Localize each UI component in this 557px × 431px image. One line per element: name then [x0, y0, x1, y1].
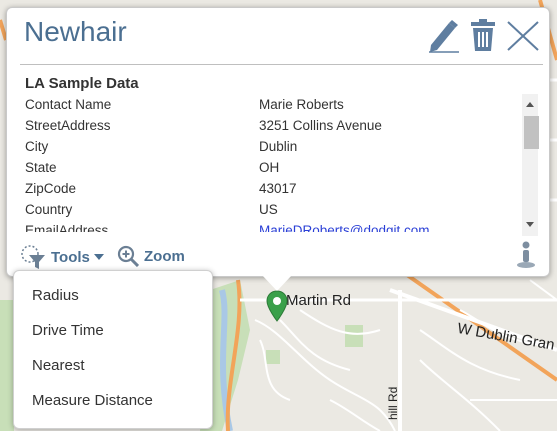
zoom-label: Zoom	[144, 247, 185, 265]
map-label-hill-rd: hill Rd	[386, 386, 400, 420]
menu-item-drive-time[interactable]: Drive Time	[32, 322, 104, 339]
scroll-up-arrow-icon[interactable]	[526, 102, 534, 107]
attribute-row: EmailAddress MarieDRoberts@dodgit.com	[25, 220, 543, 232]
attribute-row: ZipCode 43017	[25, 178, 543, 199]
popup-title: Newhair	[24, 16, 127, 47]
attribute-key: ZipCode	[25, 181, 77, 196]
tools-menu: Radius Drive Time Nearest Measure Distan…	[13, 270, 213, 429]
popup-pointer	[262, 275, 292, 291]
attribute-key: Country	[25, 202, 73, 217]
menu-item-radius[interactable]: Radius	[32, 287, 79, 304]
zoom-button[interactable]: Zoom	[117, 245, 185, 267]
pencil-icon[interactable]	[427, 19, 459, 53]
location-marker-icon[interactable]	[266, 290, 288, 322]
attribute-value: Marie Roberts	[259, 97, 344, 112]
attribute-row: City Dublin	[25, 136, 543, 157]
attribute-key: Contact Name	[25, 97, 112, 112]
tools-label: Tools	[51, 248, 90, 266]
attribute-panel: LA Sample Data Contact Name Marie Robert…	[25, 74, 543, 232]
attribute-value: US	[259, 202, 278, 217]
trash-icon[interactable]	[470, 18, 496, 52]
attribute-value: 3251 Collins Avenue	[259, 118, 382, 133]
feature-popup: Newhair LA Sample Data Contact Name Mari…	[6, 7, 550, 277]
attribute-value: OH	[259, 160, 280, 175]
close-icon[interactable]	[506, 20, 540, 52]
attribute-key: State	[25, 160, 57, 175]
attribute-value: Dublin	[259, 139, 298, 154]
attribute-key: EmailAddress	[25, 223, 109, 232]
tools-button[interactable]: Tools	[19, 244, 104, 270]
menu-item-nearest[interactable]: Nearest	[32, 357, 85, 374]
map-label-martin-rd: Martin Rd	[286, 292, 352, 309]
attribute-key: City	[25, 139, 49, 154]
scroll-thumb[interactable]	[524, 116, 539, 149]
scroll-down-arrow-icon[interactable]	[526, 222, 534, 227]
tools-filter-icon	[21, 245, 45, 269]
street-view-icon[interactable]	[515, 241, 537, 269]
section-title: LA Sample Data	[25, 75, 139, 92]
menu-item-measure-distance[interactable]: Measure Distance	[32, 392, 153, 409]
attribute-row: StreetAddress 3251 Collins Avenue	[25, 115, 543, 136]
attribute-value: 43017	[259, 181, 297, 196]
email-link[interactable]: MarieDRoberts@dodgit.com	[259, 220, 543, 232]
attribute-key: StreetAddress	[25, 118, 111, 133]
attribute-row: State OH	[25, 157, 543, 178]
zoom-in-icon	[117, 245, 139, 267]
attribute-row: Country US	[25, 199, 543, 220]
chevron-down-icon	[93, 254, 104, 260]
content-scrollbar[interactable]	[522, 94, 539, 236]
attribute-row: Contact Name Marie Roberts	[25, 94, 543, 115]
title-divider	[20, 64, 543, 65]
